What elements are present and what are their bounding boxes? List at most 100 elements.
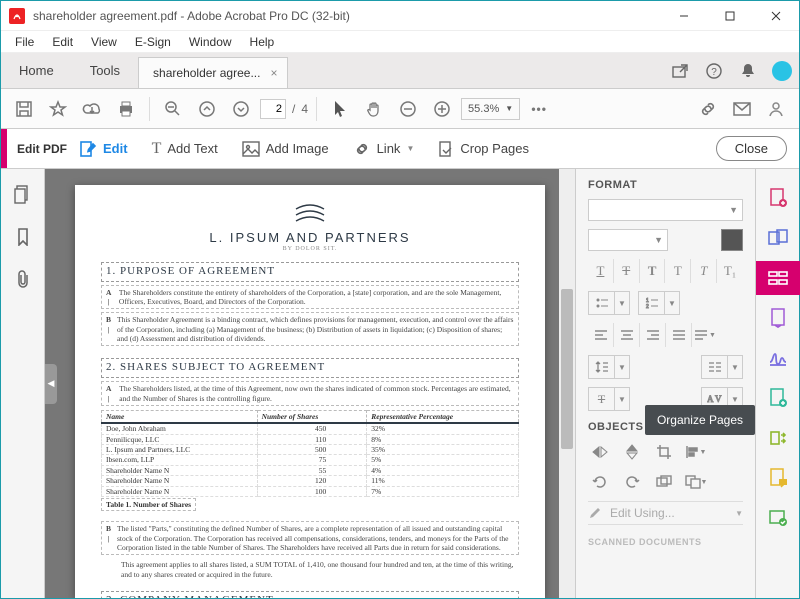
zoom-plus-icon[interactable] [427,94,457,124]
superscript-button[interactable]: T [665,259,691,283]
save-icon[interactable] [9,94,39,124]
editbar-title: Edit PDF [17,142,67,156]
edit-using-button[interactable]: Edit Using... ▼ [588,501,743,525]
mail-icon[interactable] [727,94,757,124]
page-up-icon[interactable] [192,94,222,124]
print-icon[interactable] [111,94,141,124]
hand-icon[interactable] [359,94,389,124]
section-1[interactable]: 1. PURPOSE OF AGREEMENT [101,262,519,282]
rt-sign-icon[interactable] [756,341,800,375]
zoom-dropdown[interactable]: 55.3%▼ [461,98,520,120]
attachment-icon[interactable] [13,269,33,289]
subscript-button[interactable]: T₁ [717,259,743,283]
document-tab-close[interactable]: × [270,66,277,80]
replace-icon[interactable] [652,471,676,493]
link-share-icon[interactable] [693,94,723,124]
share-icon[interactable] [663,53,697,88]
expand-left-handle[interactable]: ◀ [45,364,57,404]
flip-h-icon[interactable] [620,441,644,463]
page-current-input[interactable] [260,99,286,119]
menu-view[interactable]: View [83,33,125,51]
account-avatar[interactable] [765,53,799,88]
link-icon [353,142,371,156]
rt-stamp-icon[interactable] [756,501,800,535]
zoom-minus-icon[interactable] [393,94,423,124]
para-2b[interactable]: B |The listed "Parts," constituting the … [101,521,519,555]
rt-protect-icon[interactable] [756,381,800,415]
rt-organize-icon[interactable] [756,421,800,455]
flip-v-icon[interactable] [588,441,612,463]
para-1a[interactable]: A |The Shareholders constitute the entir… [101,285,519,310]
pointer-icon[interactable] [325,94,355,124]
menu-edit[interactable]: Edit [44,33,81,51]
minimize-button[interactable] [661,1,707,30]
maximize-button[interactable] [707,1,753,30]
thumbnails-icon[interactable] [13,185,33,205]
nav-tools[interactable]: Tools [72,53,138,88]
align-right-button[interactable] [640,323,666,347]
add-image-button[interactable]: Add Image [230,129,341,168]
hscale[interactable]: T▼ [588,387,630,411]
pdf-page[interactable]: L. IPSUM AND PARTNERS BY DOLOR SIT. 1. P… [75,185,545,598]
section-3[interactable]: 3. COMPANY MANAGEMENT [101,591,519,598]
menu-file[interactable]: File [7,33,42,51]
menu-esign[interactable]: E-Sign [127,33,179,51]
rt-edit-icon[interactable] [756,261,800,295]
arrange-icon[interactable]: ▼ [684,471,708,493]
menu-window[interactable]: Window [181,33,240,51]
italic-button[interactable]: T [691,259,717,283]
align-more-button[interactable]: ▼ [692,323,718,347]
edit-button[interactable]: Edit [67,129,140,168]
align-justify-button[interactable] [666,323,692,347]
bullets-seg[interactable]: ▼ [588,291,630,315]
para-2c[interactable]: This agreement applies to all shares lis… [101,558,519,581]
strike-button[interactable]: T [614,259,640,283]
bell-icon[interactable] [731,53,765,88]
rt-export-icon[interactable] [756,301,800,335]
person-icon[interactable] [761,94,791,124]
add-text-button[interactable]: T Add Text [140,129,230,168]
color-swatch[interactable] [721,229,743,251]
numbering-seg[interactable]: 12▼ [638,291,680,315]
right-rail: Organize Pages [755,169,799,598]
table-caption[interactable]: Table 1. Number of Shares [101,498,196,511]
line-spacing[interactable]: ▼ [588,355,630,379]
para-2a[interactable]: A |The Shareholders listed, at the time … [101,381,519,406]
size-dropdown[interactable]: ▼ [588,229,668,251]
para-spacing[interactable]: ▼ [701,355,743,379]
rt-comment-icon[interactable] [756,461,800,495]
font-dropdown[interactable]: ▼ [588,199,743,221]
crop-button[interactable]: Crop Pages [426,129,541,168]
crop-obj-icon[interactable] [652,441,676,463]
shares-table[interactable]: NameNumber of SharesRepresentative Perce… [101,410,519,497]
close-window-button[interactable] [753,1,799,30]
bookmark-icon[interactable] [13,227,33,247]
bold-button[interactable]: T [640,259,666,283]
align-obj-icon[interactable]: ▼ [684,441,708,463]
rotate-ccw-icon[interactable] [588,471,612,493]
align-left-button[interactable] [588,323,614,347]
more-icon[interactable]: ••• [524,94,554,124]
close-panel-button[interactable]: Close [716,136,787,161]
company-name: L. IPSUM AND PARTNERS [101,230,519,246]
rt-create-icon[interactable] [756,181,800,215]
svg-text:V: V [715,394,722,404]
menu-help[interactable]: Help [242,33,283,51]
underline-button[interactable]: T [588,259,614,283]
link-button[interactable]: Link▼ [341,129,427,168]
nav-home[interactable]: Home [1,53,72,88]
document-tab[interactable]: shareholder agree... × [138,57,288,88]
para-1b[interactable]: B |This Shareholder Agreement is a bindi… [101,312,519,346]
star-icon[interactable] [43,94,73,124]
section-2[interactable]: 2. SHARES SUBJECT TO AGREEMENT [101,358,519,378]
help-icon[interactable]: ? [697,53,731,88]
zoom-out-icon[interactable] [158,94,188,124]
page-down-icon[interactable] [226,94,256,124]
document-tab-label: shareholder agree... [153,66,260,80]
text-style-row: T T T T T T₁ [588,259,743,283]
align-center-button[interactable] [614,323,640,347]
scrollbar[interactable] [559,169,575,598]
cloud-icon[interactable] [77,94,107,124]
rotate-cw-icon[interactable] [620,471,644,493]
rt-combine-icon[interactable] [756,221,800,255]
